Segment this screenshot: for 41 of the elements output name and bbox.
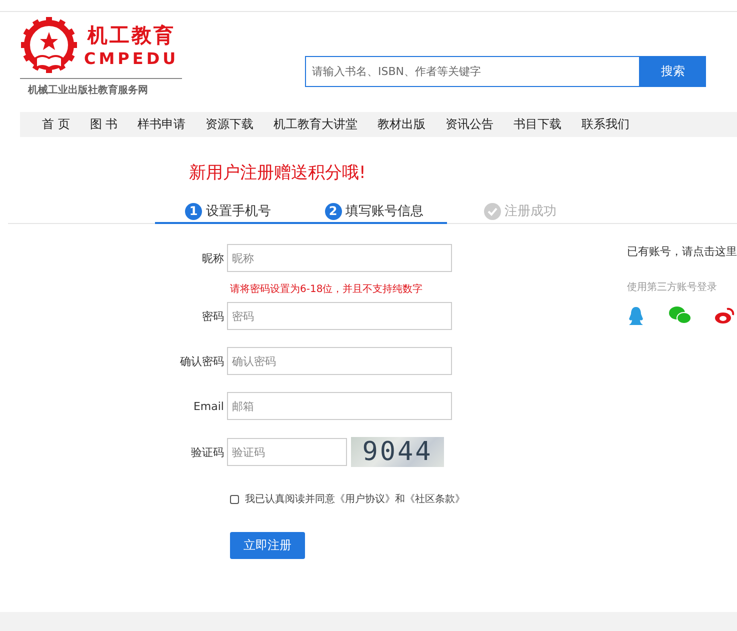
field-label: 昵称 bbox=[201, 250, 225, 266]
gear-logo-icon bbox=[20, 16, 78, 74]
step-label: 填写账号信息 bbox=[346, 203, 424, 220]
input-field[interactable]: 确认密码 bbox=[227, 347, 452, 375]
password-hint: 请将密码设置为6-18位，并且不支持纯数字 bbox=[230, 282, 424, 296]
input-field[interactable]: 验证码 bbox=[227, 438, 347, 466]
search-button[interactable]: 搜索 bbox=[640, 56, 706, 87]
nav-link[interactable]: 资讯公告 bbox=[446, 116, 514, 133]
input-field[interactable]: 密码 bbox=[227, 302, 452, 330]
checkbox[interactable] bbox=[230, 494, 239, 504]
field-label: 确认密码 bbox=[179, 354, 225, 368]
field-label: Email bbox=[192, 400, 225, 412]
nav-link[interactable]: 样书申请 bbox=[138, 116, 206, 133]
logo-wordmark: CMPEDU bbox=[84, 49, 179, 68]
nav-link[interactable]: 书目下载 bbox=[514, 116, 582, 133]
login-prompt: 已有账号，请点击这里 bbox=[627, 244, 737, 259]
promo-headline: 新用户注册赠送积分哦! bbox=[189, 162, 367, 184]
logo-subtitle: 机械工业出版社教育服务网 bbox=[26, 83, 149, 97]
chat-bubbles-icon[interactable] bbox=[669, 306, 691, 324]
nav-link[interactable]: 资源下载 bbox=[206, 116, 274, 133]
nav-link[interactable]: 机工教育大讲堂 bbox=[274, 116, 378, 133]
agreement-text: 我已认真阅读并同意《用户协议》和《社区条款》 bbox=[245, 492, 465, 506]
step-number: 1 bbox=[185, 202, 202, 220]
search-field[interactable]: 请输入书名、ISBN、作者等关键字 bbox=[305, 56, 640, 87]
step-number: 2 bbox=[324, 202, 342, 220]
penguin-icon[interactable] bbox=[627, 306, 645, 326]
input-field[interactable]: 邮箱 bbox=[227, 392, 452, 420]
captcha-image: 9044 bbox=[351, 437, 444, 467]
nav-link[interactable]: 教材出版 bbox=[378, 116, 446, 133]
step-label: 注册成功 bbox=[504, 203, 556, 220]
check-circle-icon bbox=[484, 202, 500, 220]
nav-link[interactable]: 首 页 bbox=[42, 116, 90, 133]
field-label: 密码 bbox=[201, 308, 225, 324]
step-label: 设置手机号 bbox=[206, 203, 271, 220]
third-party-login-label: 使用第三方账号登录 bbox=[627, 280, 718, 294]
input-field[interactable]: 昵称 bbox=[227, 244, 452, 272]
nav-link[interactable]: 图 书 bbox=[90, 116, 138, 133]
field-label: 验证码 bbox=[190, 444, 225, 460]
logo-title: 机工教育 bbox=[87, 22, 176, 49]
register-button[interactable]: 立即注册 bbox=[230, 532, 305, 559]
nav-link[interactable]: 联系我们 bbox=[582, 116, 650, 133]
